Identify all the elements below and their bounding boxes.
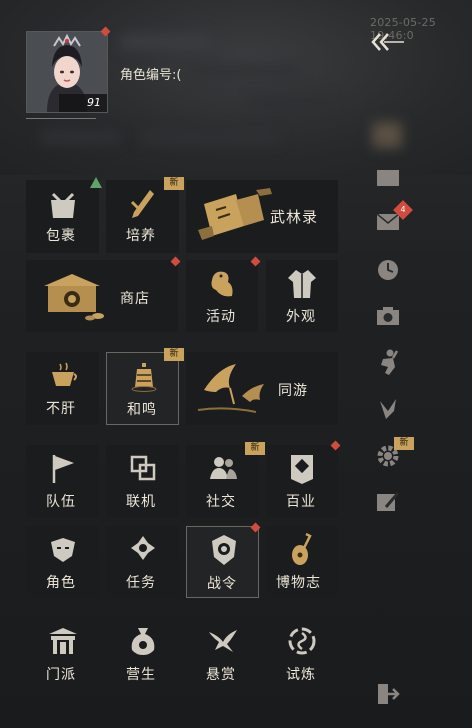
whirl-icon [288,627,316,655]
shop-button[interactable]: 商店 [26,260,178,332]
player-level: 91 [59,94,107,112]
camera-icon [377,307,399,325]
clock-button[interactable] [374,256,402,284]
team-button[interactable]: 队伍 [26,445,99,517]
team-label: 队伍 [46,494,76,510]
heming-label: 和鸣 [127,402,157,418]
pipa-icon [292,532,312,565]
clock-icon [378,260,398,280]
avatar[interactable]: 91 [26,31,108,113]
bell-icon [131,363,157,392]
bounty-button[interactable]: 悬赏 [186,618,259,690]
bag-label: 包裹 [46,228,76,244]
brush-icon [130,190,154,218]
sect-button[interactable]: 门派 [26,618,99,690]
money-bag-icon [131,628,155,655]
trial-button[interactable]: 试炼 [266,618,338,690]
tongyou-label: 同游 [278,383,308,399]
collapse-menu-button[interactable] [368,28,408,56]
online-button[interactable]: 联机 [106,445,179,517]
museum-label: 博物志 [276,575,321,591]
bag-button[interactable]: 包裹 [26,180,99,253]
new-badge: 新 [245,442,265,455]
quest-knot-icon [131,536,155,560]
new-badge: 新 [164,177,184,190]
character-mask-icon [51,538,75,562]
wulinlu-button[interactable]: 武林录 [186,180,338,253]
edit-pen-icon [377,492,400,511]
camera-button[interactable] [374,302,402,330]
gate-icon [49,628,77,654]
feather-icon [380,399,396,419]
battlepass-button[interactable]: 战令 [186,526,259,598]
wulinlu-label: 武林录 [270,208,319,226]
online-label: 联机 [126,494,156,510]
card-icon [377,170,399,186]
edit-button[interactable] [374,488,402,516]
scroll-book-icon [198,188,272,240]
cranes-icon [197,364,264,413]
social-label: 社交 [206,494,236,510]
role-id-label: 角色编号:( [120,68,182,83]
double-chevron-left-icon [371,33,404,51]
bag-icon [51,192,75,218]
profile-info-blurred [250,96,330,110]
baiye-button[interactable]: 百业 [266,445,338,517]
pose-button[interactable] [374,348,402,376]
battlepass-label: 战令 [207,576,237,592]
teacup-icon [52,362,77,386]
new-badge: 新 [164,348,184,361]
social-button[interactable]: 社交 [186,445,259,517]
feather-button[interactable] [374,395,402,423]
activity-label: 活动 [206,309,236,325]
bounty-label: 悬赏 [206,667,236,683]
new-badge: 新 [394,437,414,450]
heming-button[interactable]: 和鸣 [106,352,179,425]
people-icon [210,457,237,479]
profile-stat-blurred [40,130,120,144]
livelihood-label: 营生 [126,667,156,683]
sidebar-blurred-item [372,122,402,148]
character-button[interactable]: 角色 [26,526,99,598]
upgrade-arrow-icon [90,177,102,188]
robe-icon [288,270,316,298]
link-icon [130,455,156,481]
shop-label: 商店 [120,291,150,307]
bugan-label: 不肝 [46,401,76,417]
exit-door-icon [378,684,400,704]
trial-label: 试炼 [286,667,316,683]
tongyou-button[interactable]: 同游 [186,352,338,425]
bugan-button[interactable]: 不肝 [26,352,99,425]
role-id-value-blurred [190,64,300,78]
sect-label: 门派 [46,667,76,683]
livelihood-button[interactable]: 营生 [106,618,179,690]
cultivate-label: 培养 [126,228,156,244]
activity-button[interactable]: 活动 [186,260,258,332]
shop-stall-icon [44,274,104,321]
profile-divider [26,118,96,119]
flag-icon [52,455,74,483]
sidebar-card-button[interactable] [374,164,402,192]
quest-button[interactable]: 任务 [106,526,179,598]
pose-figure-icon [381,349,399,375]
shield-token-icon [212,535,236,565]
appearance-button[interactable]: 外观 [266,260,338,332]
profile-stat-blurred-2 [140,130,280,144]
banner-icon [291,455,313,484]
cultivate-button[interactable]: 培养 [106,180,179,253]
baiye-label: 百业 [286,494,316,510]
appearance-label: 外观 [286,309,316,325]
museum-button[interactable]: 博物志 [266,526,338,598]
mail-count-badge: 4 [393,200,413,220]
player-name-blurred [120,34,210,50]
logout-button[interactable] [374,680,402,708]
bird-icon [211,271,233,297]
swallow-icon [209,630,237,652]
quest-label: 任务 [126,575,156,591]
character-label: 角色 [46,575,76,591]
